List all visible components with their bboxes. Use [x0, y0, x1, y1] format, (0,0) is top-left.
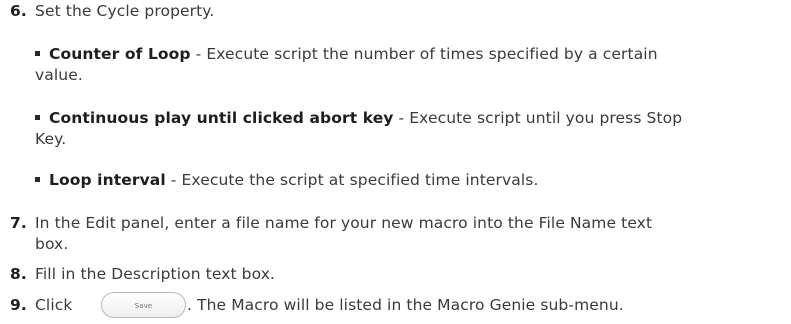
step-8-number: 8.: [10, 265, 27, 283]
save-button[interactable]: Save: [101, 292, 186, 318]
bullet-continuous-play: Continuous play until clicked abort key …: [35, 108, 682, 128]
step-7-text-continued: box.: [35, 235, 69, 253]
bullet-icon: [35, 51, 40, 56]
bullet-counter-of-loop: Counter of Loop - Execute script the num…: [35, 44, 658, 64]
step-7-number: 7.: [10, 214, 27, 232]
bullet-text-continued: Key.: [35, 130, 67, 148]
step-9-number: 9.: [10, 296, 27, 314]
bullet-text: - Execute script until you press Stop: [393, 109, 683, 127]
bullet-text: - Execute script the number of times spe…: [190, 45, 658, 63]
bullet-text-continued: value.: [35, 66, 83, 84]
bullet-icon: [35, 115, 40, 120]
bullet-label: Counter of Loop: [49, 45, 191, 63]
bullet-loop-interval: Loop interval - Execute the script at sp…: [35, 170, 539, 190]
step-9-click-text: Click: [35, 296, 73, 314]
step-8-text: Fill in the Description text box.: [35, 265, 276, 283]
bullet-label: Loop interval: [49, 171, 166, 189]
step-6-text: Set the Cycle property.: [35, 2, 215, 20]
bullet-icon: [35, 177, 40, 182]
step-7-text: In the Edit panel, enter a file name for…: [35, 214, 653, 232]
bullet-text: - Execute the script at specified time i…: [165, 171, 539, 189]
step-9-text: . The Macro will be listed in the Macro …: [187, 296, 624, 314]
document-page: 6. Set the Cycle property. Counter of Lo…: [0, 0, 791, 324]
bullet-label: Continuous play until clicked abort key: [49, 109, 394, 127]
step-6-number: 6.: [10, 2, 27, 20]
